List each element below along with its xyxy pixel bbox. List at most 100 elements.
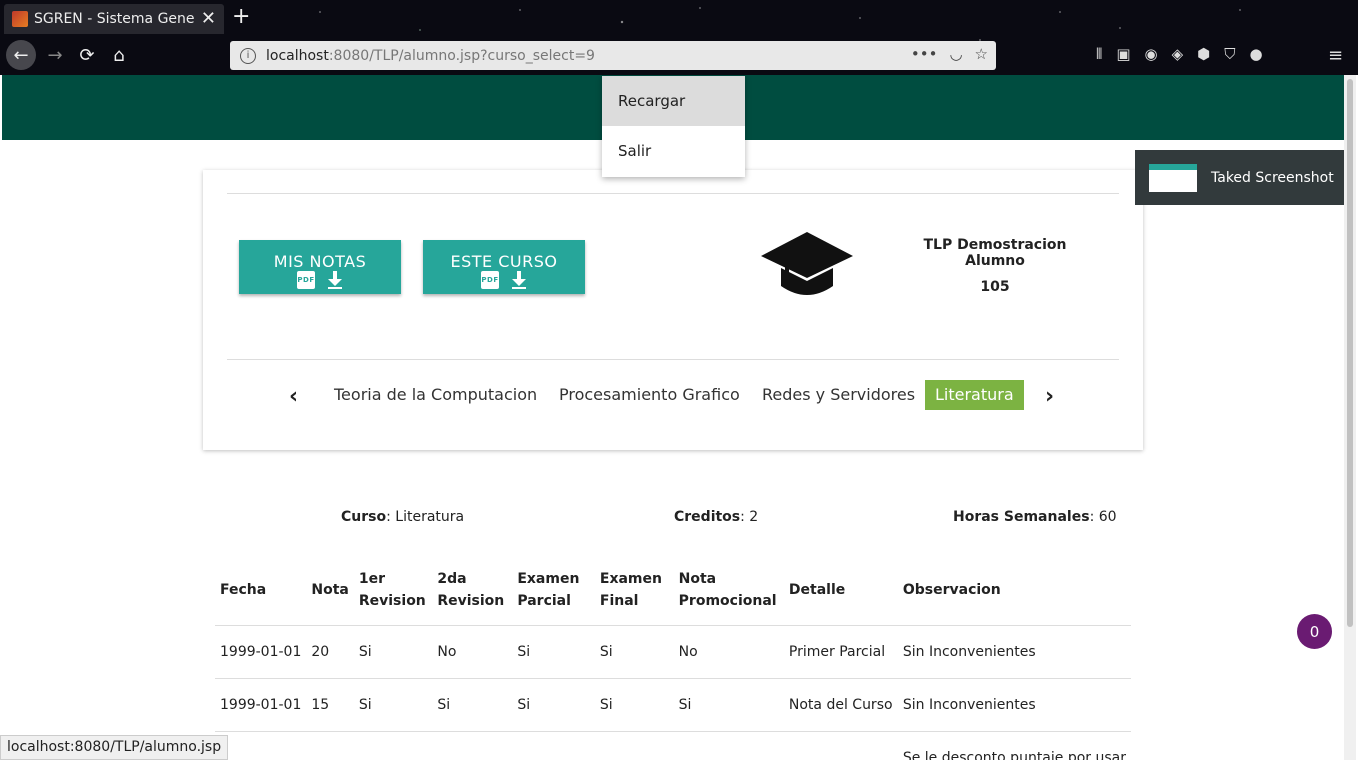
close-tab-icon[interactable]: ✕ bbox=[201, 8, 216, 29]
este-curso-button[interactable]: ESTE CURSO PDF bbox=[423, 240, 585, 294]
toolbar-extensions: ⫴ ▣ ◉ ◈ ⬢ ⛉ ● bbox=[1096, 45, 1263, 63]
new-tab-button[interactable]: + bbox=[232, 4, 250, 29]
table-cell: Nota del Curso bbox=[783, 678, 898, 732]
tab-procesamiento-grafico[interactable]: Procesamiento Grafico bbox=[549, 380, 750, 410]
shield-icon[interactable]: ⛉ bbox=[1224, 45, 1235, 63]
extension-icon[interactable]: ● bbox=[1250, 45, 1263, 63]
table-cell: No bbox=[432, 625, 513, 679]
arrow-left-icon: ← bbox=[13, 44, 29, 66]
table-cell: 20 bbox=[306, 625, 354, 679]
table-cell: Si bbox=[353, 678, 433, 732]
chevron-right-icon[interactable]: › bbox=[1045, 384, 1054, 409]
extension-badge-icon[interactable]: ◈ bbox=[1172, 45, 1184, 63]
home-button[interactable]: ⌂ bbox=[104, 40, 134, 70]
favicon-icon bbox=[12, 11, 28, 27]
table-cell bbox=[512, 731, 595, 760]
table-cell: No bbox=[673, 625, 784, 679]
table-cell bbox=[353, 731, 433, 760]
profile-icon[interactable]: ◉ bbox=[1145, 45, 1158, 63]
table-cell: 1999-01-01 bbox=[215, 678, 307, 732]
status-bar-url: localhost:8080/TLP/alumno.jsp bbox=[0, 735, 229, 760]
chevron-left-icon[interactable]: ‹ bbox=[289, 384, 298, 409]
tab-teoria-computacion[interactable]: Teoria de la Computacion bbox=[324, 380, 547, 410]
divider bbox=[227, 193, 1119, 194]
tab-literatura[interactable]: Literatura bbox=[925, 380, 1024, 410]
back-button[interactable]: ← bbox=[6, 40, 36, 70]
tab-redes-servidores[interactable]: Redes y Servidores bbox=[752, 380, 925, 410]
column-header: Detalle bbox=[783, 555, 898, 626]
mis-notas-button[interactable]: MIS NOTAS PDF bbox=[239, 240, 401, 294]
ublock-icon[interactable]: ⬢ bbox=[1197, 45, 1210, 63]
url-bar[interactable]: i localhost:8080/TLP/alumno.jsp?curso_se… bbox=[230, 41, 996, 70]
url-host: localhost bbox=[266, 47, 329, 64]
este-curso-label: ESTE CURSO bbox=[450, 252, 558, 271]
table-cell bbox=[432, 731, 513, 760]
column-header: Fecha bbox=[215, 555, 307, 626]
table-cell: Si bbox=[353, 625, 433, 679]
arrow-right-icon: → bbox=[47, 44, 63, 66]
forward-button[interactable]: → bbox=[40, 40, 70, 70]
bookmark-star-icon[interactable]: ☆ bbox=[975, 45, 988, 63]
student-card: MIS NOTAS PDF ESTE CURSO PDF TLP Demostr… bbox=[203, 170, 1143, 450]
table-cell bbox=[215, 731, 307, 760]
table-cell bbox=[306, 731, 354, 760]
table-cell: Si bbox=[594, 625, 674, 679]
library-icon[interactable]: ⫴ bbox=[1096, 45, 1102, 63]
column-header: Examen Parcial bbox=[512, 555, 595, 626]
scroll-thumb[interactable] bbox=[1347, 79, 1353, 627]
graduation-cap-icon bbox=[761, 232, 853, 295]
menu-item-recargar[interactable]: Recargar bbox=[602, 76, 745, 126]
reload-button[interactable]: ⟳ bbox=[72, 40, 102, 70]
table-header-row: Fecha Nota 1er Revision 2da Revision Exa… bbox=[215, 555, 1131, 626]
table-row: 1999-01-01 15 Si Si Si Si Si Nota del Curso Sin … bbox=[215, 678, 1131, 732]
menu-item-salir[interactable]: Salir bbox=[602, 126, 745, 176]
info-icon[interactable]: i bbox=[240, 47, 256, 64]
table-cell: Se le desconto puntaje por usar bbox=[897, 731, 1131, 760]
page-scrollbar[interactable] bbox=[1344, 75, 1356, 760]
screenshot-toast[interactable]: Taked Screenshot bbox=[1135, 150, 1344, 205]
table-cell: Si bbox=[673, 678, 784, 732]
table-cell: Si bbox=[432, 678, 513, 732]
download-icon bbox=[327, 271, 343, 289]
table-cell: Sin Inconvenientes bbox=[897, 678, 1131, 732]
table-row: 1999-01-01 20 Si No Si Si No Primer Parcial Sin … bbox=[215, 625, 1131, 679]
credits-info: Creditos: 2 bbox=[674, 509, 759, 525]
more-actions-icon[interactable]: ••• bbox=[911, 45, 938, 63]
table-cell bbox=[594, 731, 674, 760]
table-cell: 15 bbox=[306, 678, 354, 732]
table-cell: Primer Parcial bbox=[783, 625, 898, 679]
column-header: Nota bbox=[306, 555, 354, 626]
hours-info: Horas Semanales: 60 bbox=[953, 509, 1117, 525]
pdf-icon: PDF bbox=[297, 271, 315, 289]
screenshot-thumbnail bbox=[1149, 163, 1197, 192]
hamburger-menu-icon[interactable]: ≡ bbox=[1328, 45, 1343, 66]
pdf-icon: PDF bbox=[481, 271, 499, 289]
column-header: Observacion bbox=[897, 555, 1131, 626]
student-name: TLP Demostracion Alumno bbox=[923, 237, 1067, 269]
browser-tab[interactable]: SGREN - Sistema General ✕ bbox=[4, 4, 224, 34]
sidebar-icon[interactable]: ▣ bbox=[1116, 45, 1130, 63]
download-icon bbox=[511, 271, 527, 289]
grades-table: Fecha Nota 1er Revision 2da Revision Exa… bbox=[215, 555, 1131, 760]
column-header: Nota Promocional bbox=[673, 555, 784, 626]
table-cell: 1999-01-01 bbox=[215, 625, 307, 679]
url-path: :8080/TLP/alumno.jsp?curso_select=9 bbox=[328, 47, 595, 64]
table-cell: Si bbox=[594, 678, 674, 732]
table-row: Se le desconto puntaje por usar bbox=[215, 731, 1131, 760]
table-cell bbox=[783, 731, 898, 760]
reload-icon: ⟳ bbox=[79, 44, 95, 66]
browser-chrome: SGREN - Sistema General ✕ + ← → ⟳ ⌂ i lo… bbox=[0, 0, 1358, 75]
pocket-icon[interactable]: ◡ bbox=[949, 45, 962, 63]
notification-fab[interactable]: 0 bbox=[1297, 614, 1332, 649]
student-id: 105 bbox=[980, 279, 1010, 295]
column-header: Examen Final bbox=[594, 555, 674, 626]
mis-notas-label: MIS NOTAS bbox=[273, 252, 367, 271]
toast-text: Taked Screenshot bbox=[1211, 169, 1334, 186]
user-dropdown-menu: Recargar Salir bbox=[602, 76, 745, 177]
column-header: 2da Revision bbox=[432, 555, 513, 626]
course-name-info: Curso: Literatura bbox=[341, 509, 465, 525]
course-tabs: ‹ Teoria de la Computacion Procesamiento… bbox=[203, 380, 1143, 412]
table-cell: Si bbox=[512, 678, 595, 732]
table-cell: Sin Inconvenientes bbox=[897, 625, 1131, 679]
table-cell bbox=[673, 731, 784, 760]
